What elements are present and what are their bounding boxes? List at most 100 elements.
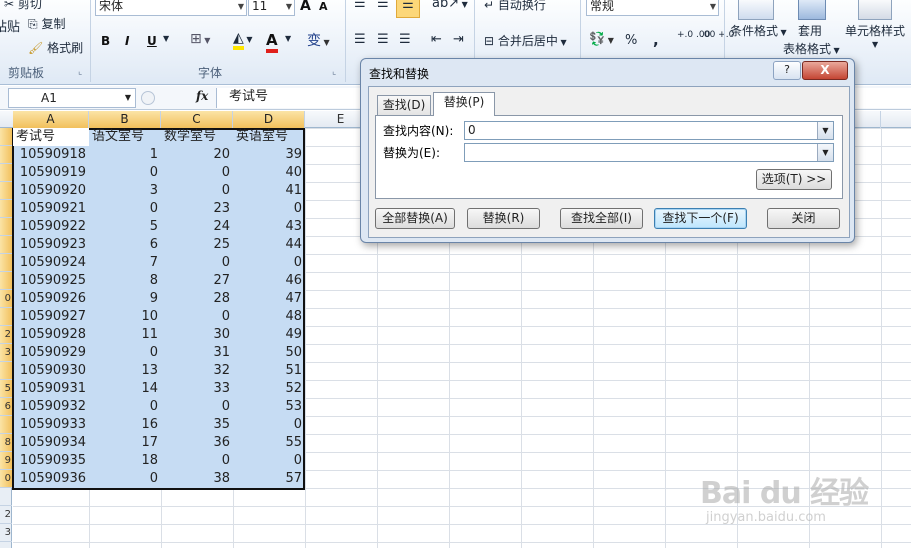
expand-icon[interactable] bbox=[141, 91, 155, 105]
data-cell[interactable]: 35 bbox=[161, 416, 233, 434]
cell-styles-button[interactable]: 单元格样式 bbox=[845, 22, 905, 39]
row-header[interactable] bbox=[0, 164, 12, 182]
align-center-button[interactable]: ☰ bbox=[377, 32, 389, 47]
shrink-font-button[interactable]: A bbox=[319, 0, 328, 13]
column-header[interactable]: A bbox=[13, 111, 89, 128]
fill-color-button[interactable]: ◭ ▼ bbox=[233, 30, 252, 50]
row-header[interactable]: 0 bbox=[0, 290, 12, 308]
header-cell[interactable]: 英语室号 bbox=[233, 128, 305, 146]
clipboard-launcher-icon[interactable]: ⌞ bbox=[78, 67, 82, 77]
column-header[interactable]: C bbox=[161, 111, 233, 128]
data-cell[interactable]: 25 bbox=[161, 236, 233, 254]
bold-button[interactable]: B bbox=[101, 34, 110, 48]
italic-button[interactable]: I bbox=[125, 34, 129, 48]
data-cell[interactable]: 39 bbox=[233, 146, 305, 164]
chevron-down-icon[interactable]: ▼ bbox=[125, 89, 131, 107]
data-cell[interactable]: 18 bbox=[89, 452, 161, 470]
data-cell[interactable]: 17 bbox=[89, 434, 161, 452]
comma-button[interactable]: , bbox=[653, 31, 659, 49]
row-header[interactable] bbox=[0, 488, 12, 506]
border-button[interactable]: ⊞ ▼ bbox=[190, 31, 210, 47]
row-header[interactable] bbox=[0, 182, 12, 200]
table-format-button[interactable]: 套用 bbox=[798, 22, 822, 39]
increase-decimal-button[interactable]: +.0 .00 bbox=[677, 31, 710, 40]
header-cell[interactable]: 数学室号 bbox=[161, 128, 233, 146]
data-cell[interactable]: 10590936 bbox=[13, 470, 89, 488]
data-cell[interactable]: 49 bbox=[233, 326, 305, 344]
row-header[interactable]: 2 bbox=[0, 506, 12, 524]
number-format-select[interactable]: 常规 ▼ bbox=[586, 0, 719, 16]
data-cell[interactable]: 50 bbox=[233, 344, 305, 362]
align-top-button[interactable]: ☰ bbox=[354, 0, 366, 11]
data-cell[interactable]: 44 bbox=[233, 236, 305, 254]
font-size-select[interactable]: 11 ▼ bbox=[248, 0, 295, 16]
align-right-button[interactable]: ☰ bbox=[399, 32, 411, 47]
data-cell[interactable]: 0 bbox=[161, 182, 233, 200]
data-cell[interactable]: 10590924 bbox=[13, 254, 89, 272]
data-cell[interactable]: 10590932 bbox=[13, 398, 89, 416]
data-cell[interactable]: 10590935 bbox=[13, 452, 89, 470]
row-header[interactable]: 3 bbox=[0, 344, 12, 362]
percent-button[interactable]: % bbox=[625, 33, 637, 48]
chevron-down-icon[interactable]: ▼ bbox=[872, 40, 878, 49]
data-cell[interactable]: 46 bbox=[233, 272, 305, 290]
row-header[interactable]: 5 bbox=[0, 380, 12, 398]
insert-function-button[interactable]: fx bbox=[196, 89, 208, 103]
data-cell[interactable]: 0 bbox=[161, 254, 233, 272]
data-cell[interactable]: 14 bbox=[89, 380, 161, 398]
data-cell[interactable]: 51 bbox=[233, 362, 305, 380]
data-cell[interactable]: 11 bbox=[89, 326, 161, 344]
data-cell[interactable]: 16 bbox=[89, 416, 161, 434]
align-left-button[interactable]: ☰ bbox=[354, 32, 366, 47]
find-next-button[interactable]: 查找下一个(F) bbox=[654, 208, 747, 229]
data-cell[interactable]: 10590926 bbox=[13, 290, 89, 308]
data-cell[interactable]: 8 bbox=[89, 272, 161, 290]
data-cell[interactable]: 10590925 bbox=[13, 272, 89, 290]
data-cell[interactable]: 6 bbox=[89, 236, 161, 254]
data-cell[interactable]: 10590927 bbox=[13, 308, 89, 326]
data-cell[interactable]: 23 bbox=[161, 200, 233, 218]
data-cell[interactable]: 0 bbox=[89, 398, 161, 416]
row-header[interactable] bbox=[0, 272, 12, 290]
data-cell[interactable]: 40 bbox=[233, 164, 305, 182]
increase-indent-button[interactable]: ⇥ bbox=[453, 32, 464, 47]
row-header[interactable]: 3 bbox=[0, 524, 12, 542]
data-cell[interactable]: 0 bbox=[233, 452, 305, 470]
data-cell[interactable]: 13 bbox=[89, 362, 161, 380]
data-cell[interactable]: 10590928 bbox=[13, 326, 89, 344]
data-cell[interactable]: 3 bbox=[89, 182, 161, 200]
copy-button[interactable]: ⎘ 复制 bbox=[28, 15, 65, 32]
name-box[interactable]: A1 ▼ bbox=[8, 88, 136, 108]
header-cell[interactable]: 语文室号 bbox=[89, 128, 161, 146]
underline-button[interactable]: U bbox=[147, 34, 157, 48]
options-button[interactable]: 选项(T) >> bbox=[756, 169, 832, 190]
data-cell[interactable]: 0 bbox=[161, 452, 233, 470]
decrease-indent-button[interactable]: ⇤ bbox=[431, 32, 442, 47]
row-header[interactable] bbox=[0, 362, 12, 380]
tab-replace[interactable]: 替换(P) bbox=[433, 92, 495, 116]
data-cell[interactable]: 0 bbox=[161, 308, 233, 326]
data-cell[interactable]: 10590931 bbox=[13, 380, 89, 398]
close-icon[interactable]: X bbox=[802, 61, 848, 80]
row-header[interactable] bbox=[0, 416, 12, 434]
data-cell[interactable]: 0 bbox=[161, 398, 233, 416]
data-cell[interactable]: 41 bbox=[233, 182, 305, 200]
data-cell[interactable]: 10590934 bbox=[13, 434, 89, 452]
help-button[interactable]: ? bbox=[773, 61, 801, 80]
conditional-format-button[interactable]: 条件格式 ▼ bbox=[730, 22, 787, 39]
data-cell[interactable]: 10590933 bbox=[13, 416, 89, 434]
font-launcher-icon[interactable]: ⌞ bbox=[332, 67, 336, 77]
find-input[interactable]: 0 ▼ bbox=[464, 121, 834, 140]
paste-button[interactable]: 粘贴 bbox=[0, 16, 20, 35]
data-cell[interactable]: 0 bbox=[89, 200, 161, 218]
row-header[interactable] bbox=[0, 218, 12, 236]
data-cell[interactable]: 0 bbox=[89, 164, 161, 182]
data-cell[interactable]: 32 bbox=[161, 362, 233, 380]
cut-button[interactable]: ✂ 剪切 bbox=[4, 0, 42, 12]
data-cell[interactable]: 7 bbox=[89, 254, 161, 272]
font-color-button[interactable]: A bbox=[266, 31, 278, 53]
data-cell[interactable]: 10590920 bbox=[13, 182, 89, 200]
data-cell[interactable]: 10590923 bbox=[13, 236, 89, 254]
row-header[interactable]: 9 bbox=[0, 452, 12, 470]
data-cell[interactable]: 31 bbox=[161, 344, 233, 362]
